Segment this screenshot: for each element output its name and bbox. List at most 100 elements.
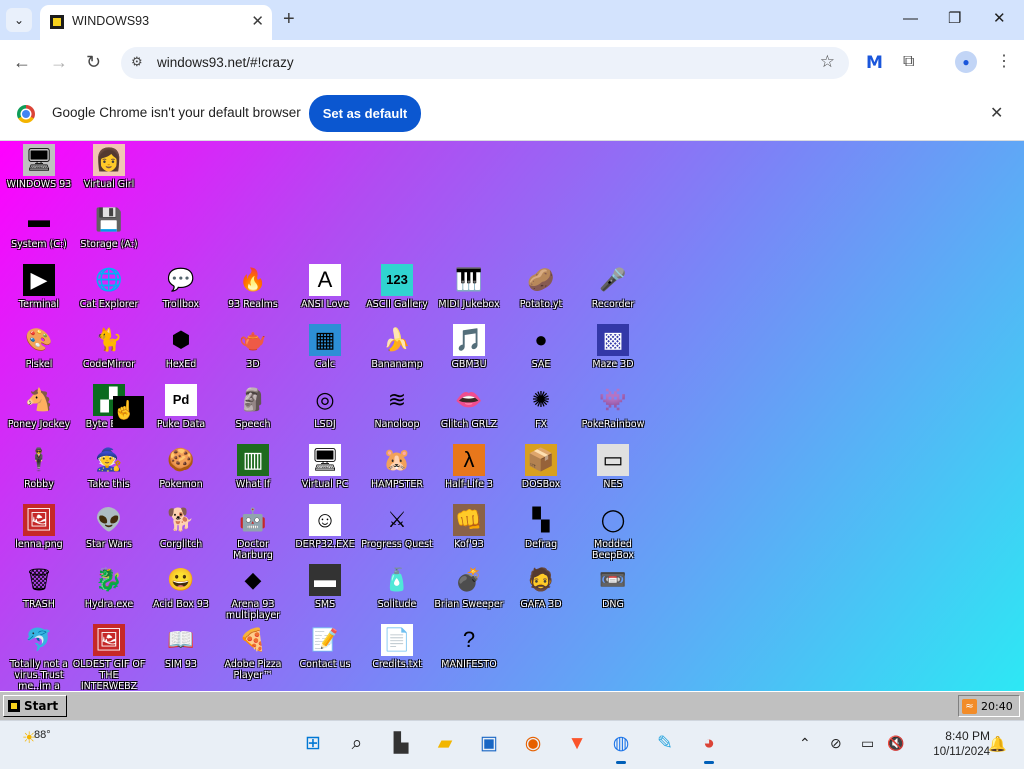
desktop-icon[interactable]: ⚔ Progress Quest [360, 504, 434, 562]
restore-button[interactable]: ❐ [948, 8, 961, 30]
desktop-icon[interactable]: ▩ Maze 3D [576, 324, 650, 382]
desktop-icon[interactable]: 🧙 Take this [72, 444, 146, 502]
brave-icon[interactable]: ▼ [564, 731, 590, 757]
desktop-icon[interactable]: ⬢ HexEd [144, 324, 218, 382]
desktop-icon[interactable]: ≋ Nanoloop [360, 384, 434, 442]
desktop-icon[interactable]: 🍪 Pokemon [144, 444, 218, 502]
desktop-icon[interactable]: Pd Puke Data [144, 384, 218, 442]
desktop-icon[interactable]: 🤖 Doctor Marburg [216, 504, 290, 562]
desktop-icon[interactable]: 🎹 MIDI Jukebox [432, 264, 506, 322]
desktop-icon[interactable]: ▶ Terminal [2, 264, 76, 322]
desktop-icon[interactable]: ▭ NES [576, 444, 650, 502]
bookmark-star-icon[interactable]: ☆ [820, 52, 835, 72]
malwarebytes-extension-icon[interactable]: M [866, 53, 886, 73]
desktop-icon[interactable]: 👄 Glitch GRLZ [432, 384, 506, 442]
forward-button[interactable]: → [50, 51, 68, 73]
desktop-icon[interactable]: 🐴 Poney Jockey [2, 384, 76, 442]
reload-button[interactable]: ↻ [86, 51, 101, 73]
desktop-icon[interactable]: 🥔 Potato.yt [504, 264, 578, 322]
desktop-icon[interactable]: 🧔 GAFA 3D [504, 564, 578, 622]
desktop-icon[interactable]: 💣 Brian Sweeper [432, 564, 506, 622]
desktop-icon[interactable]: 🎤 Recorder [576, 264, 650, 322]
w93-start-button[interactable]: Start [3, 695, 67, 717]
desktop-icon[interactable]: ✺ FX [504, 384, 578, 442]
desktop-icon[interactable]: ◎ LSDJ [288, 384, 362, 442]
desktop-icon[interactable]: 👊 Kof'93 [432, 504, 506, 562]
desktop-icon[interactable]: 123 ASCII Gallery [360, 264, 434, 322]
rss-icon[interactable]: ≈ [962, 698, 977, 714]
desktop-icon[interactable]: ▚ Defrag [504, 504, 578, 562]
desktop-icon[interactable]: ▬ SMS [288, 564, 362, 622]
minimize-button[interactable]: — [903, 8, 918, 30]
windows-start-icon[interactable]: ⊞ [300, 731, 326, 757]
desktop-icon[interactable]: 🐕 Corglitch [144, 504, 218, 562]
desktop-icon[interactable]: 🖥 WINDOWS 93 [2, 144, 76, 202]
search-icon[interactable]: ⌕ [344, 731, 370, 757]
desktop-icon[interactable]: 🗿 Speech [216, 384, 290, 442]
desktop-icon[interactable]: 🖼 lenna.png [2, 504, 76, 562]
desktop-icon[interactable]: 📼 DNG [576, 564, 650, 622]
desktop-icon[interactable]: 🖼 OLDEST GIF OF THE INTERWEBZ [72, 624, 146, 691]
notification-bell-icon[interactable]: 🔔 [988, 735, 1007, 753]
desktop-icon[interactable]: 🎨 Piskel [2, 324, 76, 382]
tab-search-button[interactable]: ⌄ [6, 8, 32, 32]
desktop-icon[interactable]: 🐉 Hydra.exe [72, 564, 146, 622]
desktop-icon[interactable]: 👩 Virtual Girl [72, 144, 146, 202]
chrome-beta-icon[interactable]: ◍ [608, 731, 634, 764]
site-info-icon[interactable]: ⚙ [131, 54, 143, 70]
file-explorer-icon[interactable]: ▰ [432, 731, 458, 757]
desktop-icon[interactable]: λ Half-Life 3 [432, 444, 506, 502]
firefox-icon[interactable]: ◉ [520, 731, 546, 757]
network-offline-icon[interactable]: ⊘ [830, 735, 842, 752]
desktop-icon[interactable]: 🧴 Solitude [360, 564, 434, 622]
desktop-icon[interactable]: 😀 Acid Box 93 [144, 564, 218, 622]
desktop-icon[interactable]: A ANSI Love [288, 264, 362, 322]
address-bar[interactable]: ⚙ windows93.net/#!crazy ☆ [121, 47, 849, 79]
paint-icon[interactable]: ✎ [652, 731, 678, 757]
desktop-icon[interactable]: ● SAE [504, 324, 578, 382]
url-text[interactable]: windows93.net/#!crazy [157, 55, 294, 70]
desktop-icon[interactable]: 👾 PokeRainbow [576, 384, 650, 442]
desktop-icon[interactable]: ☺ DERP32.EXE [288, 504, 362, 562]
task-view-icon[interactable]: ▙ [388, 731, 414, 757]
microsoft-store-icon[interactable]: ▣ [476, 731, 502, 757]
desktop-icon[interactable]: 🍕 Adobe Pizza Player™ [216, 624, 290, 682]
kebab-menu-icon[interactable]: ⋮ [996, 52, 1012, 72]
taskbar-clock-date[interactable]: 10/11/2024 [910, 746, 990, 758]
desktop-icon[interactable]: ◆ Arena 93 multiplayer [216, 564, 290, 622]
desktop-icon[interactable]: 📖 SIM 93 [144, 624, 218, 682]
desktop-icon[interactable]: ▥ What If [216, 444, 290, 502]
desktop-icon[interactable]: 📄 Credits.txt [360, 624, 434, 682]
desktop-icon[interactable]: 👽 Star Wars [72, 504, 146, 562]
desktop-icon[interactable]: 🌐 Cat Explorer [72, 264, 146, 322]
desktop-icon[interactable]: 🐹 HAMPSTER [360, 444, 434, 502]
desktop-icon[interactable]: 🎵 GBM3U [432, 324, 506, 382]
close-infobar-icon[interactable]: ✕ [990, 103, 1003, 123]
desktop-icon[interactable]: 📦 DOSBox [504, 444, 578, 502]
desktop-icon[interactable]: 🔥 93 Realms [216, 264, 290, 322]
desktop-icon[interactable]: 🐬 Totally not a virus.Trust me..im a [2, 624, 76, 691]
desktop-icon[interactable]: 🍌 Bananamp [360, 324, 434, 382]
desktop-icon[interactable]: ? MANIFESTO [432, 624, 506, 682]
desktop-icon[interactable]: 🫖 3D [216, 324, 290, 382]
desktop-icon[interactable]: ▬ System (C:) [2, 204, 76, 262]
chrome-icon[interactable]: ◕ [696, 731, 722, 764]
taskbar-clock-time[interactable]: 8:40 PM [930, 729, 990, 743]
set-as-default-button[interactable]: Set as default [309, 95, 421, 132]
desktop-icon[interactable]: 💬 Trollbox [144, 264, 218, 322]
desktop-icon[interactable]: 💾 Storage (A:) [72, 204, 146, 262]
close-window-button[interactable]: ✕ [993, 8, 1006, 30]
desktop-icon[interactable]: 🖥 Virtual PC [288, 444, 362, 502]
desktop-icon[interactable]: ▦ Calc [288, 324, 362, 382]
display-icon[interactable]: ▭ [861, 735, 874, 752]
sound-muted-icon[interactable]: 🔇 [887, 735, 904, 752]
active-tab[interactable]: WINDOWS93 ✕ [40, 5, 272, 40]
desktop-icon[interactable]: 📝 Contact us [288, 624, 362, 682]
close-tab-icon[interactable]: ✕ [251, 12, 264, 30]
desktop-icon[interactable]: 🕴 Robby [2, 444, 76, 502]
back-button[interactable]: ← [13, 51, 31, 73]
chevron-up-icon[interactable]: ⌃ [799, 735, 811, 752]
new-tab-button[interactable]: + [283, 8, 295, 30]
desktop-icon[interactable]: 🗑 TRASH [2, 564, 76, 622]
extensions-puzzle-icon[interactable]: ⧉ [903, 52, 914, 72]
